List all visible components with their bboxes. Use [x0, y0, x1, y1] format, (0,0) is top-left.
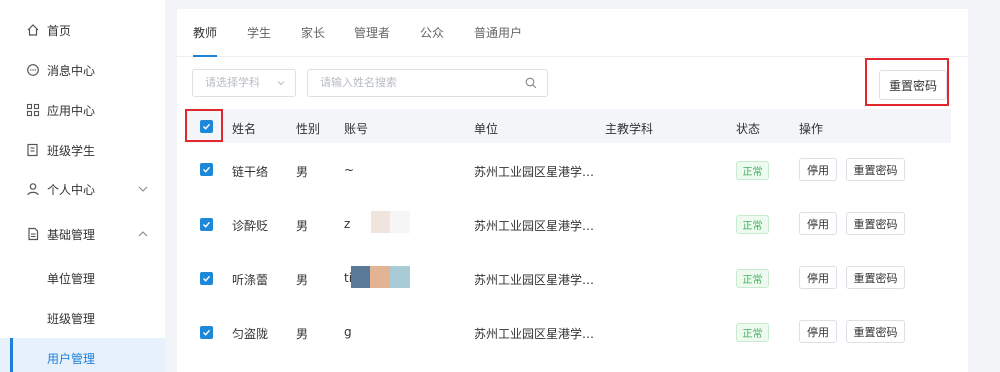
status-badge: 正常 — [736, 161, 769, 180]
message-icon — [27, 64, 39, 76]
tab-students[interactable]: 学生 — [247, 24, 271, 41]
tab-parents[interactable]: 家长 — [301, 24, 325, 41]
column-header-unit: 单位 — [474, 122, 499, 136]
sidebar-subitem-label: 班级管理 — [47, 311, 96, 326]
sidebar-item-messages[interactable]: 消息中心 — [0, 50, 165, 90]
column-header-name: 姓名 — [232, 122, 257, 136]
sidebar-subitem-user-management[interactable]: 用户管理 — [0, 338, 165, 372]
reset-password-button[interactable]: 重置密码 — [846, 158, 905, 181]
table-row: 匀盗陇 男 g 苏州工业园区星港学… 正常 停用 重置密码 — [185, 305, 951, 359]
search-icon[interactable] — [525, 77, 537, 89]
tab-public[interactable]: 公众 — [420, 24, 444, 41]
sidebar-item-label: 消息中心 — [47, 63, 96, 78]
cell-unit: 苏州工业园区星港学… — [474, 219, 595, 233]
redacted-block — [351, 266, 370, 288]
cell-gender: 男 — [296, 165, 309, 179]
cell-unit: 苏州工业园区星港学… — [474, 165, 595, 179]
redacted-block — [371, 211, 390, 233]
cell-name: 链干络 — [232, 165, 269, 179]
sidebar-item-label: 个人中心 — [47, 182, 96, 197]
document-icon — [28, 227, 39, 241]
search-placeholder: 请输入姓名搜索 — [320, 76, 397, 89]
redacted-block — [370, 266, 390, 288]
sidebar-item-label: 应用中心 — [47, 103, 96, 118]
highlight-box-reset-button — [865, 58, 949, 106]
home-icon — [27, 24, 39, 36]
column-header-subject: 主教学科 — [605, 122, 654, 136]
sidebar-item-label: 班级学生 — [47, 143, 96, 158]
sidebar-item-profile[interactable]: 个人中心 — [0, 169, 165, 209]
sidebar-item-class-students[interactable]: 班级学生 — [0, 130, 165, 170]
tab-teachers[interactable]: 教师 — [193, 24, 217, 41]
class-book-icon — [27, 143, 38, 157]
reset-password-button[interactable]: 重置密码 — [846, 266, 905, 289]
cell-name: 诊酔贬 — [232, 219, 269, 233]
table-row: 诊酔贬 男 z 苏州工业园区星港学… 正常 停用 重置密码 — [185, 197, 951, 251]
subject-select-placeholder: 请选择学科 — [205, 76, 260, 89]
status-badge: 正常 — [736, 215, 769, 234]
disable-button[interactable]: 停用 — [799, 158, 837, 181]
reset-password-button[interactable]: 重置密码 — [846, 320, 905, 343]
apps-grid-icon — [26, 103, 40, 117]
row-checkbox[interactable] — [200, 218, 213, 231]
sidebar-subitem-label: 用户管理 — [47, 351, 96, 366]
sidebar-subitem-unit-management[interactable]: 单位管理 — [0, 258, 165, 298]
disable-button[interactable]: 停用 — [799, 320, 837, 343]
check-icon — [203, 275, 211, 282]
chevron-down-icon — [138, 186, 148, 192]
highlight-box-select-all — [185, 109, 223, 142]
redacted-block — [390, 211, 410, 233]
sidebar-item-label: 首页 — [47, 23, 72, 38]
user-icon — [27, 183, 39, 196]
cell-name: 匀盗陇 — [232, 327, 269, 341]
disable-button[interactable]: 停用 — [799, 212, 837, 235]
chevron-down-icon — [277, 81, 285, 86]
user-type-tabs: 教师 学生 家长 管理者 公众 普通用户 — [177, 9, 968, 57]
column-header-account: 账号 — [344, 122, 369, 136]
disable-button[interactable]: 停用 — [799, 266, 837, 289]
name-search-input[interactable]: 请输入姓名搜索 — [307, 69, 548, 97]
sidebar-item-label: 基础管理 — [47, 227, 96, 242]
check-icon — [203, 329, 211, 336]
sidebar-subitem-label: 单位管理 — [47, 271, 96, 286]
table-row: 听涤蕾 男 ti 苏州工业园区星港学… 正常 停用 重置密码 — [185, 251, 951, 305]
column-header-actions: 操作 — [799, 122, 824, 136]
redacted-block — [390, 266, 410, 288]
cell-account: g — [344, 325, 352, 339]
row-checkbox[interactable] — [200, 163, 213, 176]
sidebar-item-apps[interactable]: 应用中心 — [0, 90, 165, 130]
cell-gender: 男 — [296, 219, 309, 233]
cell-account: z — [344, 217, 351, 231]
subject-select[interactable]: 请选择学科 — [192, 69, 296, 97]
column-header-status: 状态 — [736, 122, 761, 136]
check-icon — [203, 221, 211, 228]
check-icon — [203, 166, 211, 173]
sidebar-item-home[interactable]: 首页 — [0, 10, 165, 50]
cell-gender: 男 — [296, 273, 309, 287]
table-row: 链干络 男 ~ 苏州工业园区星港学… 正常 停用 重置密码 — [185, 143, 951, 197]
sidebar-item-basic-management[interactable]: 基础管理 — [0, 214, 165, 254]
chevron-up-icon — [138, 231, 148, 237]
sidebar: 首页 消息中心 应用中心 班级学生 个人中心 基础管理 单位管理 班级管理 用户… — [0, 0, 165, 372]
status-badge: 正常 — [736, 323, 769, 342]
row-checkbox[interactable] — [200, 326, 213, 339]
reset-password-button[interactable]: 重置密码 — [846, 212, 905, 235]
cell-name: 听涤蕾 — [232, 273, 269, 287]
active-tab-indicator — [193, 55, 217, 57]
tab-managers[interactable]: 管理者 — [354, 24, 390, 41]
status-badge: 正常 — [736, 269, 769, 288]
table-header: 姓名 性别 账号 单位 主教学科 状态 操作 — [185, 109, 951, 143]
cell-gender: 男 — [296, 327, 309, 341]
cell-unit: 苏州工业园区星港学… — [474, 327, 595, 341]
tab-regular-users[interactable]: 普通用户 — [474, 24, 522, 41]
cell-unit: 苏州工业园区星港学… — [474, 273, 595, 287]
column-header-gender: 性别 — [296, 122, 321, 136]
sidebar-subitem-class-management[interactable]: 班级管理 — [0, 298, 165, 338]
main-panel: 教师 学生 家长 管理者 公众 普通用户 请选择学科 请输入姓名搜索 重置密码 … — [177, 9, 968, 372]
cell-account: ~ — [344, 163, 355, 177]
row-checkbox[interactable] — [200, 272, 213, 285]
